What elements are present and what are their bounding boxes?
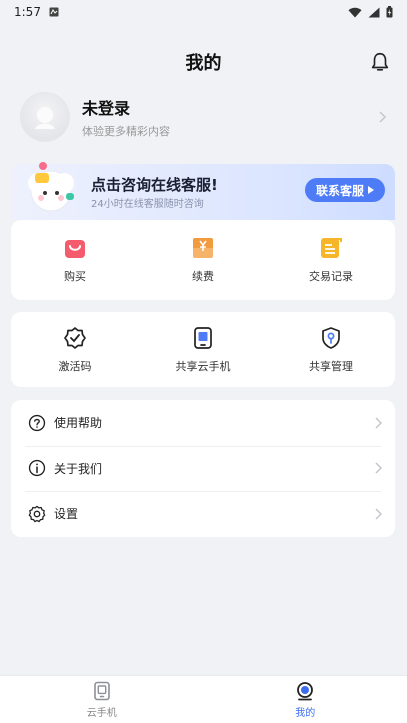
avatar[interactable] [20,92,70,142]
menu-item-help[interactable]: 使用帮助 [11,400,395,446]
transaction-record-icon [321,238,342,258]
cloud-phone-icon [93,681,110,700]
battery-icon [386,6,393,18]
profile-subtitle: 体验更多精彩内容 [82,125,170,138]
cloud-phone-icon [194,326,212,349]
share-cloud-phone-label: 共享云手机 [175,359,231,373]
profile-icon [297,681,314,700]
renew-label: 续费 [192,270,214,283]
status-time: 1:57 [14,5,41,19]
chevron-right-icon [375,508,383,520]
service-subtitle: 24小时在线客服随时咨询 [91,199,204,210]
buy-label: 购买 [64,270,86,283]
gear-icon [28,505,46,523]
info-icon [28,460,46,477]
menu-item-about-label: 关于我们 [54,461,103,476]
status-bar: 1:57 [0,0,407,24]
bell-icon[interactable] [369,51,391,73]
avatar-placeholder-icon [35,107,55,129]
share-manage-button[interactable]: 共享管理 [276,326,386,374]
profile-name[interactable]: 未登录 [82,95,377,119]
share-cloud-phone-button[interactable]: 共享云手机 [148,326,258,374]
profile-row[interactable]: 未登录 体验更多精彩内容 [20,92,387,142]
chevron-right-icon [375,417,383,429]
tab-cloud-phone-label: 云手机 [86,707,117,719]
contact-service-button[interactable]: 联系客服 [305,178,385,202]
customer-service-banner[interactable]: 点击咨询在线客服! 24小时在线客服随时咨询 联系客服 [11,162,395,220]
activation-code-button[interactable]: 激活码 [20,326,130,374]
share-manage-label: 共享管理 [309,359,353,373]
buy-button[interactable]: 购买 [20,236,130,284]
service-grid: 购买 续费 交易记录 [11,220,395,300]
header: 我的 [0,44,407,80]
help-icon [28,414,46,431]
shopping-bag-icon [65,240,85,258]
activation-code-icon [64,326,86,349]
service-title: 点击咨询在线客服! [91,176,218,194]
menu-item-settings[interactable]: 设置 [11,491,395,537]
contact-service-label: 联系客服 [315,183,364,198]
menu-list: 使用帮助 关于我们 设置 [11,400,395,537]
share-manage-icon [322,326,340,349]
tab-cloud-phone[interactable]: 云手机 [0,676,204,723]
notification-icon [49,7,59,17]
share-grid: 激活码 共享云手机 共享管理 [11,312,395,387]
renew-icon [193,238,213,258]
menu-item-settings-label: 设置 [54,507,79,522]
chevron-right-icon [375,462,383,474]
menu-item-help-label: 使用帮助 [54,416,103,431]
menu-item-about[interactable]: 关于我们 [11,445,395,492]
tab-profile-label: 我的 [295,707,316,719]
renew-button[interactable]: 续费 [148,236,258,284]
chevron-right-icon [379,111,387,123]
signal-icon [368,7,380,17]
page-title: 我的 [185,53,222,74]
transaction-record-button[interactable]: 交易记录 [276,236,386,284]
mascot-icon [28,162,74,212]
tab-profile[interactable]: 我的 [204,676,407,723]
bottom-tab-bar: 云手机 我的 [0,675,407,723]
wifi-icon [348,7,362,17]
triangle-right-icon [368,186,374,194]
transaction-record-label: 交易记录 [309,270,353,283]
activation-code-label: 激活码 [58,359,92,373]
